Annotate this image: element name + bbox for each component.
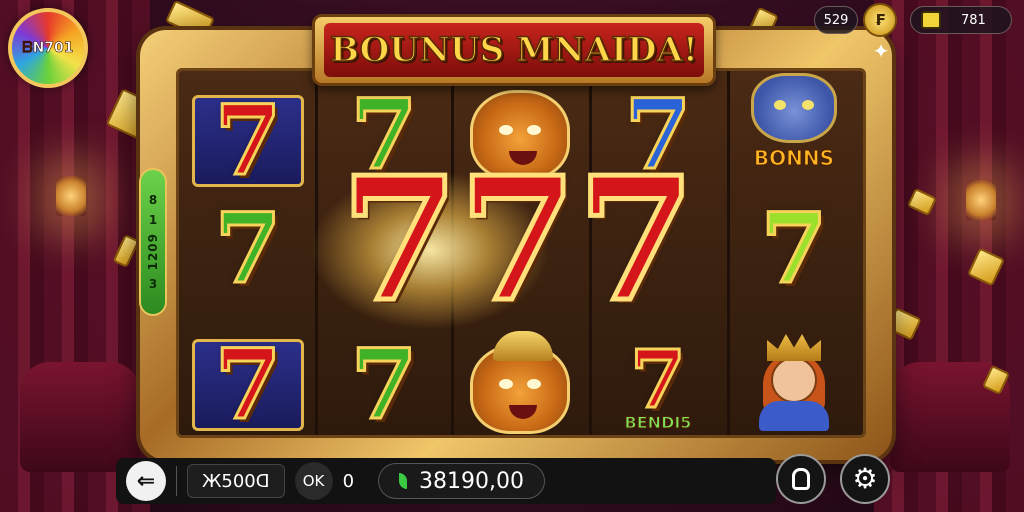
- bonus-label: BONNS: [753, 146, 835, 171]
- ok-button[interactable]: OK: [294, 462, 333, 500]
- big-seven-symbol: 7: [338, 140, 461, 340]
- wall-lamp-right: [966, 180, 996, 220]
- green-seven-symbol: 7: [349, 328, 419, 441]
- coin-symbol: ₣: [874, 11, 886, 29]
- leaf-icon: [399, 473, 408, 489]
- side-paytable-tab[interactable]: 8 1 1209 3: [139, 168, 167, 316]
- reel5-symbol-top: BONNS: [730, 70, 858, 176]
- banner-title: BOUNUS MNAIDA!: [329, 29, 698, 71]
- bet-amount-field[interactable]: Ж500ᗡ: [187, 464, 285, 498]
- wall-lamp-left: [56, 176, 86, 216]
- balance-display: 38190,00: [378, 463, 545, 499]
- reel3-symbol-bottom: [456, 330, 584, 448]
- coin-icon[interactable]: ₣: [863, 3, 897, 37]
- reel1-symbol-top: 7: [184, 82, 312, 200]
- bendis-label: BENDI5: [624, 413, 692, 433]
- hud-counter: 529: [814, 6, 858, 34]
- queen-symbol: [749, 331, 839, 431]
- green-seven-symbol: 7: [213, 192, 283, 305]
- cat-symbol: [751, 73, 837, 143]
- pin-icon[interactable]: ✦: [870, 40, 892, 62]
- zero-value: 0: [342, 470, 355, 492]
- bet-amount-value: Ж500ᗡ: [202, 470, 270, 492]
- level-badge-text: ᗷN701: [22, 40, 74, 57]
- big-seven-symbol: 7: [456, 140, 579, 340]
- helmet-lion-symbol: [470, 331, 570, 434]
- reel5-symbol-mid: 7: [730, 190, 858, 308]
- divider: [176, 466, 177, 496]
- red-seven-symbol: 7: [629, 332, 688, 426]
- chair-left: [20, 362, 140, 472]
- shield-button[interactable]: [776, 454, 826, 504]
- reel1-symbol-mid: 7: [184, 190, 312, 308]
- hud-counter-value: 529: [823, 12, 849, 28]
- cash-icon: [921, 11, 941, 29]
- paytable-line: 1209: [145, 233, 160, 271]
- paytable-line: 8: [148, 192, 158, 207]
- paytable-line: 3: [148, 276, 158, 291]
- big-seven-symbol: 7: [575, 140, 698, 340]
- gear-icon: ⚙: [852, 462, 878, 495]
- back-button[interactable]: ⇐: [126, 461, 166, 501]
- reel5-symbol-bottom: [730, 322, 858, 440]
- level-badge[interactable]: ᗷN701: [8, 8, 88, 88]
- green-seven-symbol: 7: [759, 192, 829, 305]
- hud-balance[interactable]: 781: [910, 6, 1012, 34]
- hud-balance-value: 781: [961, 12, 986, 28]
- back-arrow-icon: ⇐: [136, 468, 156, 494]
- reel2-symbol-bottom: 7: [320, 326, 448, 444]
- red-seven-symbol: 7: [213, 328, 283, 441]
- paytable-line: 1: [148, 213, 158, 228]
- control-bar: ⇐ Ж500ᗡ OK 0 38190,00: [116, 458, 776, 504]
- reel1-symbol-bottom: 7: [184, 326, 312, 444]
- shield-icon: [792, 468, 810, 490]
- red-seven-symbol: 7: [213, 84, 283, 197]
- balance-value: 38190,00: [419, 468, 524, 494]
- ok-label: OK: [302, 472, 325, 490]
- settings-button[interactable]: ⚙: [840, 454, 890, 504]
- bonus-banner: BOUNUS MNAIDA!: [312, 14, 716, 86]
- winning-777-combo: 7 7 7: [308, 150, 728, 330]
